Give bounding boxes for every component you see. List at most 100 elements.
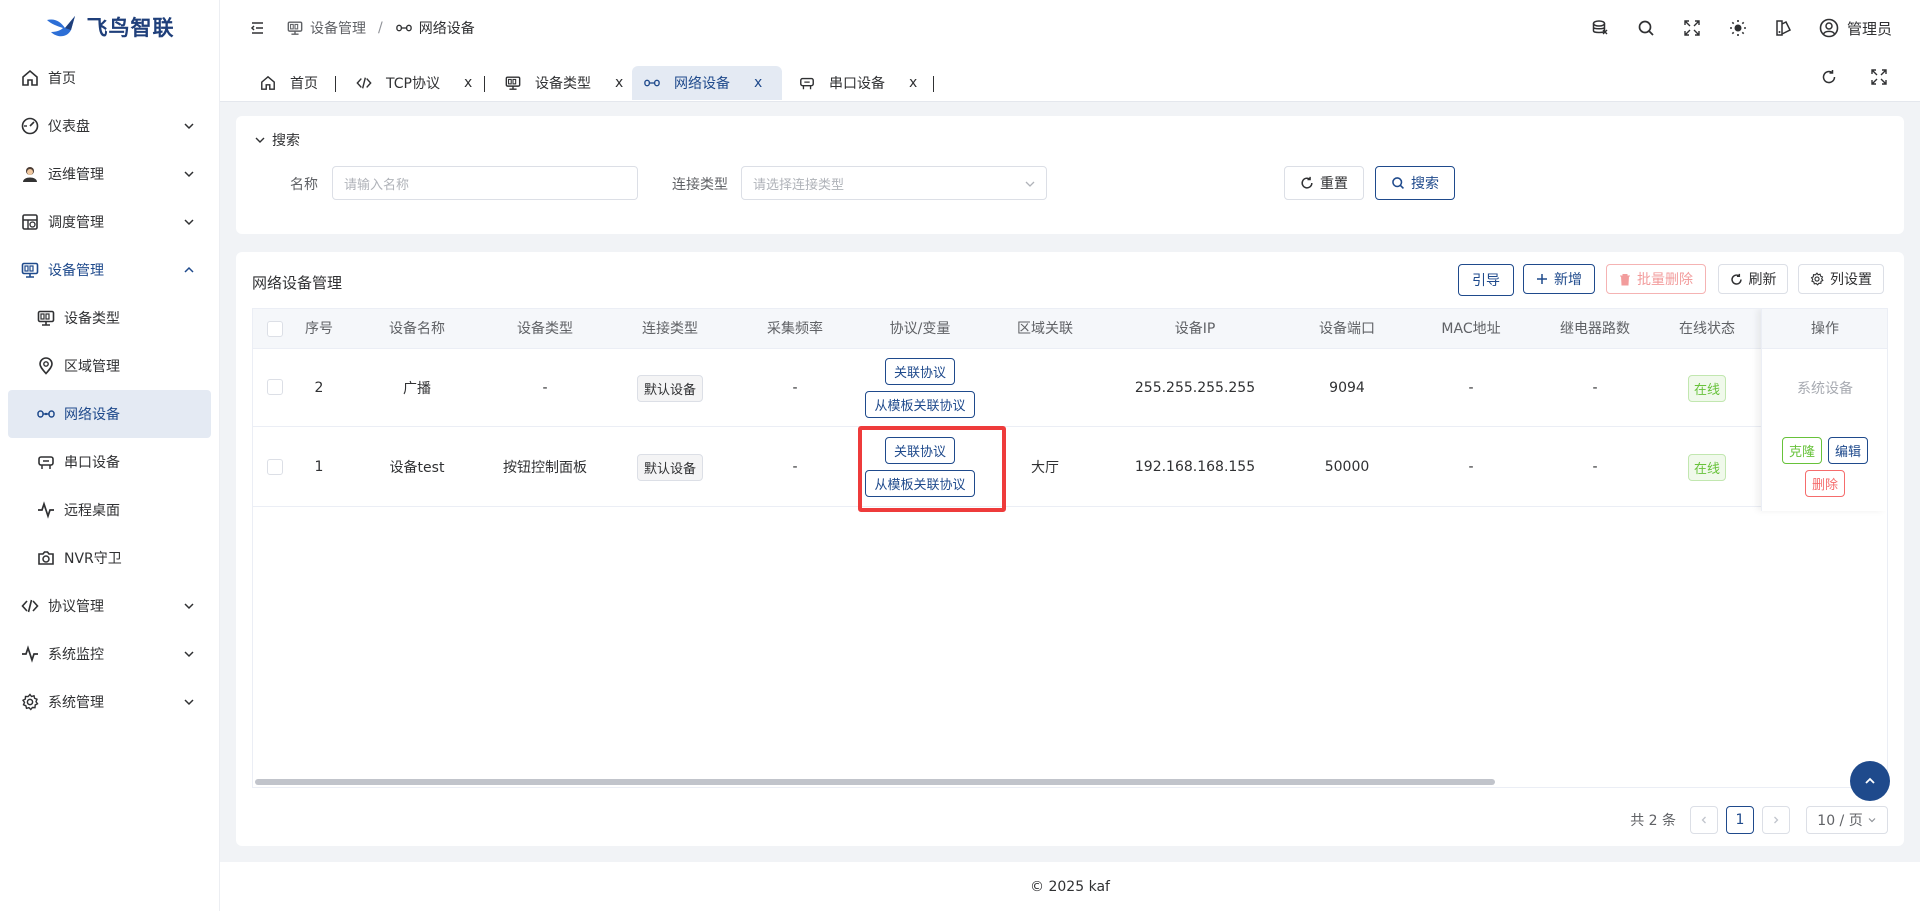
- guide-label: 引导: [1472, 273, 1500, 289]
- prev-page-button[interactable]: [1690, 806, 1718, 834]
- refresh-button[interactable]: 刷新: [1718, 264, 1788, 294]
- tab-tcp-protocol[interactable]: TCP协议 x: [344, 66, 484, 100]
- batch-delete-label: 批量删除: [1637, 272, 1693, 288]
- location-icon: [36, 356, 56, 376]
- guide-button[interactable]: 引导: [1458, 264, 1514, 296]
- user-menu[interactable]: 管理员: [1819, 18, 1892, 39]
- edit-button[interactable]: 编辑: [1828, 437, 1869, 464]
- search-title: 搜索: [272, 133, 300, 149]
- link-template-protocol-button[interactable]: 从模板关联协议: [865, 391, 975, 418]
- database-icon[interactable]: [1589, 17, 1611, 39]
- column-header[interactable]: 协议/变量: [855, 309, 985, 349]
- back-to-top-button[interactable]: [1850, 761, 1890, 801]
- name-input[interactable]: 请输入名称: [332, 166, 638, 200]
- connection-type-select[interactable]: 请选择连接类型: [741, 166, 1047, 200]
- tab-home[interactable]: 首页: [248, 66, 330, 100]
- theme-palette-icon[interactable]: [1773, 17, 1795, 39]
- sidebar-item-protocol[interactable]: 协议管理: [0, 582, 219, 630]
- app-name: 飞鸟智联: [86, 16, 175, 40]
- tab-label: 设备类型: [535, 76, 591, 92]
- search-icon[interactable]: [1635, 17, 1657, 39]
- select-all-checkbox[interactable]: [267, 321, 283, 337]
- column-header[interactable]: 设备类型: [485, 309, 605, 349]
- column-header[interactable]: 在线状态: [1657, 309, 1757, 349]
- fullscreen-icon[interactable]: [1681, 17, 1703, 39]
- sidebar-item-home[interactable]: 首页: [0, 54, 219, 102]
- column-header[interactable]: 设备名称: [349, 309, 485, 349]
- column-header[interactable]: 序号: [297, 309, 341, 349]
- breadcrumb-separator: /: [378, 20, 383, 36]
- fullscreen-icon[interactable]: [1868, 66, 1890, 88]
- chevron-right-icon: [1774, 816, 1779, 824]
- sidebar-item-label: 设备管理: [48, 263, 104, 279]
- add-button[interactable]: 新增: [1523, 264, 1595, 294]
- link-protocol-button[interactable]: 关联协议: [884, 358, 955, 385]
- breadcrumb-item[interactable]: 设备管理: [310, 18, 366, 38]
- clone-button[interactable]: 克隆: [1781, 437, 1822, 464]
- sidebar-item-area[interactable]: 区域管理: [0, 342, 219, 390]
- sidebar-item-network-device[interactable]: 网络设备: [8, 390, 211, 438]
- code-icon: [20, 596, 40, 616]
- horizontal-scrollbar[interactable]: [255, 779, 1495, 785]
- search-toggle[interactable]: 搜索: [254, 130, 300, 150]
- page-size-select[interactable]: 10 / 页: [1806, 806, 1888, 834]
- tab-label: 网络设备: [674, 76, 730, 92]
- user-avatar-icon: [20, 164, 40, 184]
- sidebar-item-system-monitor[interactable]: 系统监控: [0, 630, 219, 678]
- tab-serial-device[interactable]: 串口设备 x: [787, 66, 929, 100]
- tab-close-icon[interactable]: x: [615, 75, 623, 91]
- column-header[interactable]: 采集频率: [735, 309, 855, 349]
- page-number[interactable]: 1: [1726, 806, 1754, 834]
- breadcrumb-current: 网络设备: [418, 21, 475, 37]
- sidebar-item-nvr[interactable]: NVR守卫: [0, 534, 219, 582]
- cell-relay: -: [1592, 380, 1598, 396]
- sidebar-item-dashboard[interactable]: 仪表盘: [0, 102, 219, 150]
- cell-type: 按钮控制面板: [503, 460, 587, 476]
- gear-icon: [20, 692, 40, 712]
- cell-mac: -: [1468, 459, 1474, 475]
- row-checkbox[interactable]: [267, 459, 283, 475]
- sidebar-item-system-settings[interactable]: 系统管理: [0, 678, 219, 726]
- cell-ip: 192.168.168.155: [1134, 459, 1256, 475]
- next-page-button[interactable]: [1762, 806, 1790, 834]
- tab-device-type[interactable]: 设备类型 x: [493, 66, 635, 100]
- delete-button[interactable]: 删除: [1804, 470, 1845, 497]
- chevron-up-icon: [1865, 777, 1875, 784]
- user-name: 管理员: [1846, 19, 1892, 38]
- logo[interactable]: 飞鸟智联: [0, 0, 219, 54]
- cell-conn: 默认设备: [605, 349, 735, 427]
- row-checkbox[interactable]: [267, 379, 283, 395]
- search-button[interactable]: 搜索: [1375, 166, 1455, 200]
- tab-close-icon[interactable]: x: [754, 75, 762, 91]
- refresh-icon: [1730, 273, 1742, 285]
- tab-close-icon[interactable]: x: [464, 75, 472, 91]
- sidebar-item-label: 区域管理: [64, 359, 120, 375]
- refresh-icon[interactable]: [1818, 66, 1840, 88]
- batch-delete-button[interactable]: 批量删除: [1606, 264, 1706, 294]
- chevron-down-icon: [184, 651, 194, 658]
- column-header[interactable]: MAC地址: [1409, 309, 1533, 349]
- sidebar-item-label: 首页: [48, 71, 76, 87]
- sun-icon[interactable]: [1727, 17, 1749, 39]
- page-size-label: 10 / 页: [1817, 813, 1863, 829]
- sidebar-item-ops[interactable]: 运维管理: [0, 150, 219, 198]
- sidebar-item-device-management[interactable]: 设备管理: [0, 246, 219, 294]
- row-actions: 克隆 编辑 删除: [1762, 427, 1887, 507]
- column-header[interactable]: 继电器路数: [1533, 309, 1657, 349]
- column-header[interactable]: 设备IP: [1105, 309, 1285, 349]
- collapse-menu-icon[interactable]: [246, 17, 268, 39]
- column-header[interactable]: 区域关联: [985, 309, 1105, 349]
- column-header[interactable]: 设备端口: [1285, 309, 1409, 349]
- column-settings-button[interactable]: 列设置: [1798, 264, 1884, 294]
- sidebar-item-device-type[interactable]: 设备类型: [0, 294, 219, 342]
- tab-close-icon[interactable]: x: [909, 75, 917, 91]
- sidebar-item-remote-desktop[interactable]: 远程桌面: [0, 486, 219, 534]
- sidebar-item-serial-device[interactable]: 串口设备: [0, 438, 219, 486]
- cell-port: 9094: [1329, 380, 1365, 396]
- tab-network-device[interactable]: 网络设备 x: [632, 66, 782, 100]
- reset-button[interactable]: 重置: [1284, 166, 1364, 200]
- operations-column: 操作 系统设备 克隆 编辑 删除: [1761, 309, 1887, 511]
- plus-icon: [1537, 274, 1547, 284]
- column-header[interactable]: 连接类型: [605, 309, 735, 349]
- sidebar-item-schedule[interactable]: 调度管理: [0, 198, 219, 246]
